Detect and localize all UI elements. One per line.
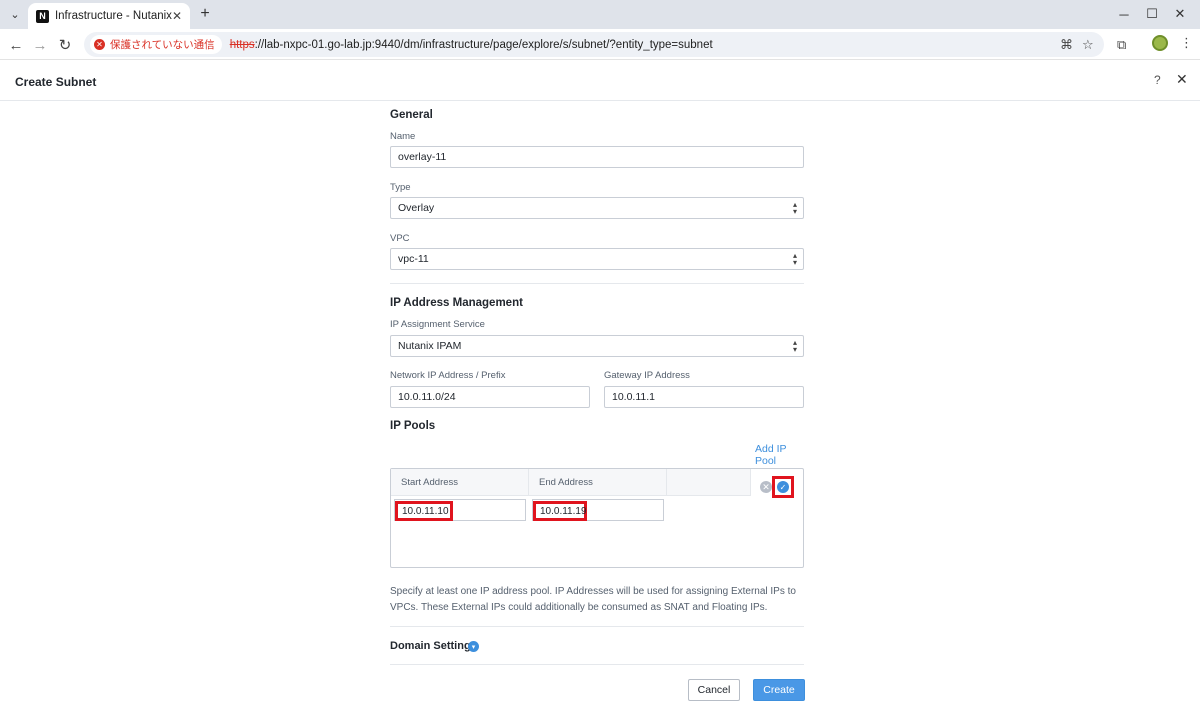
end-address-header: End Address	[529, 469, 667, 496]
chevron-down-icon[interactable]: ▾	[468, 641, 479, 652]
end-address-highlight: 10.0.11.19	[533, 501, 587, 521]
insecure-warning-icon: ✕	[94, 39, 105, 50]
forward-arrow-icon[interactable]: →	[30, 35, 50, 55]
name-label: Name	[390, 131, 416, 142]
window-minimize-icon[interactable]: ─	[1115, 5, 1133, 23]
ip-assignment-service-label: IP Assignment Service	[390, 319, 485, 330]
url-text: https://lab-nxpc-01.go-lab.jp:9440/dm/in…	[230, 39, 713, 51]
general-section-title: General	[390, 109, 433, 121]
confirm-check-icon[interactable]: ✓	[777, 481, 789, 493]
browser-toolbar: ← → ↻ ✕ 保護されていない通信 https://lab-nxpc-01.g…	[0, 29, 1200, 60]
type-value: Overlay	[398, 202, 435, 214]
select-updown-icon: ▴ ▾	[792, 251, 797, 267]
remove-pool-icon[interactable]: ✕	[760, 481, 772, 493]
select-updown-icon: ▴ ▾	[792, 338, 797, 354]
type-select[interactable]: Overlay ▴ ▾	[390, 197, 804, 219]
close-icon[interactable]: ✕	[1176, 71, 1188, 88]
ipam-section-title: IP Address Management	[390, 297, 523, 309]
tab-close-icon[interactable]: ✕	[172, 9, 182, 23]
help-icon[interactable]: ?	[1154, 73, 1161, 87]
vpc-value: vpc-11	[398, 253, 429, 265]
profile-avatar[interactable]	[1152, 35, 1168, 51]
ip-pool-table: Start Address End Address 10.0.11.10 10.…	[390, 468, 804, 568]
network-prefix-input[interactable]: 10.0.11.0/24	[390, 386, 590, 408]
end-address-value: 10.0.11.19	[540, 505, 587, 517]
new-tab-plus-icon[interactable]: +	[196, 5, 214, 23]
divider	[390, 283, 804, 284]
ip-pools-section-title: IP Pools	[390, 420, 436, 432]
gateway-ip-label: Gateway IP Address	[604, 370, 690, 381]
gateway-ip-input[interactable]: 10.0.11.1	[604, 386, 804, 408]
network-prefix-label: Network IP Address / Prefix	[390, 370, 506, 381]
address-bar[interactable]: ✕ 保護されていない通信 https://lab-nxpc-01.go-lab.…	[84, 32, 1104, 57]
actions-header	[667, 469, 751, 496]
start-address-header: Start Address	[391, 469, 529, 496]
create-button[interactable]: Create	[753, 679, 805, 701]
network-prefix-value: 10.0.11.0/24	[398, 391, 456, 403]
translate-icon[interactable]: ⌘	[1060, 37, 1073, 53]
url-path: ://lab-nxpc-01.go-lab.jp:9440/dm/infrast…	[254, 38, 713, 51]
type-label: Type	[390, 182, 411, 193]
select-updown-icon: ▴ ▾	[792, 200, 797, 216]
reload-icon[interactable]: ↻	[55, 35, 75, 55]
bookmark-star-icon[interactable]: ☆	[1082, 37, 1094, 53]
browser-menu-icon[interactable]: ⋮	[1180, 35, 1193, 51]
site-info-chip[interactable]: ✕ 保護されていない通信	[90, 35, 222, 54]
start-address-highlight: 10.0.11.10	[395, 501, 453, 521]
divider	[390, 626, 804, 627]
page-title: Create Subnet	[15, 75, 97, 89]
vpc-label: VPC	[390, 233, 410, 244]
gateway-ip-value: 10.0.11.1	[612, 391, 656, 403]
divider	[390, 664, 804, 665]
back-arrow-icon[interactable]: ←	[6, 35, 26, 55]
ip-assignment-service-value: Nutanix IPAM	[398, 340, 462, 352]
tab-search-chevron-icon[interactable]: ⌄	[6, 5, 24, 23]
browser-tab-strip: ⌄ N Infrastructure - Nutanix ✕ + ─ ☐ ✕	[0, 0, 1200, 29]
nutanix-favicon-icon: N	[36, 9, 49, 23]
dialog-header: Create Subnet ? ✕	[0, 61, 1200, 101]
window-maximize-icon[interactable]: ☐	[1143, 5, 1161, 23]
start-address-value: 10.0.11.10	[402, 505, 449, 517]
tab-title: Infrastructure - Nutanix	[54, 10, 172, 22]
extensions-puzzle-icon[interactable]: ⧉	[1117, 37, 1126, 53]
ip-assignment-service-select[interactable]: Nutanix IPAM ▴ ▾	[390, 335, 804, 357]
cancel-button[interactable]: Cancel	[688, 679, 740, 701]
name-input[interactable]: overlay-11	[390, 146, 804, 168]
insecure-label: 保護されていない通信	[110, 39, 215, 51]
domain-settings-toggle[interactable]: Domain Settings	[390, 640, 477, 652]
name-value: overlay-11	[398, 151, 447, 163]
url-scheme: https	[229, 38, 255, 51]
browser-tab[interactable]: N Infrastructure - Nutanix ✕	[28, 3, 190, 29]
window-close-icon[interactable]: ✕	[1171, 5, 1189, 23]
ip-pools-help-text: Specify at least one IP address pool. IP…	[390, 586, 796, 613]
vpc-select[interactable]: vpc-11 ▴ ▾	[390, 248, 804, 270]
add-ip-pool-link[interactable]: Add IP Pool	[755, 443, 804, 467]
